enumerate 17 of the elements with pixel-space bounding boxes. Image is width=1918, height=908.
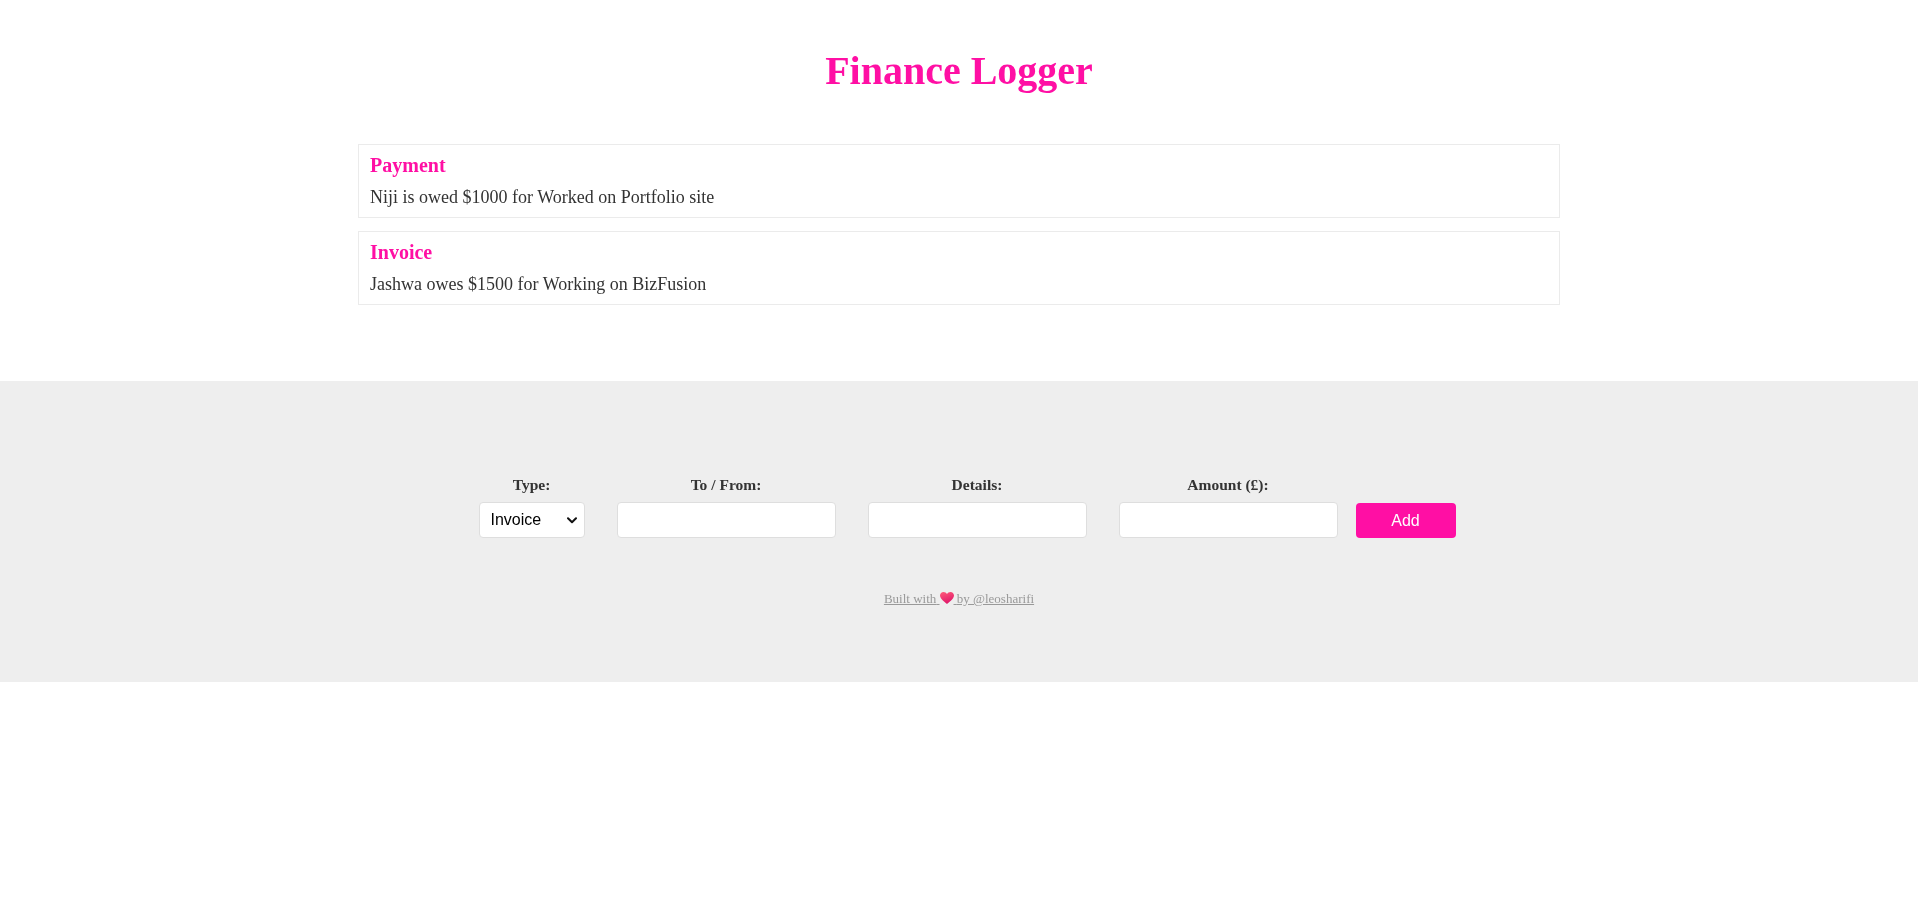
entry-description: Niji is owed $1000 for Worked on Portfolio site	[370, 186, 716, 208]
page-title: Finance Logger	[824, 48, 1094, 94]
input-field[interactable]	[1118, 502, 1338, 538]
input-field[interactable]	[616, 502, 836, 538]
field-label: Type:	[512, 476, 551, 494]
chevron-down-icon	[566, 516, 577, 524]
field-label: Amount (£):	[1187, 476, 1269, 494]
footer-link[interactable]: Built with by @leosharifi	[883, 591, 1035, 607]
field-label: Details:	[951, 476, 1003, 494]
entry-type: Payment	[370, 154, 447, 176]
entry-description: Jashwa owes $1500 for Working on BizFusion	[370, 273, 708, 295]
dropdown-select[interactable]: Invoice	[478, 502, 585, 538]
entry-type: Invoice	[370, 241, 434, 263]
heart-icon	[939, 592, 954, 604]
add-button[interactable]: Add	[1355, 503, 1456, 538]
input-field[interactable]	[867, 502, 1087, 538]
field-label: To / From:	[690, 476, 762, 494]
